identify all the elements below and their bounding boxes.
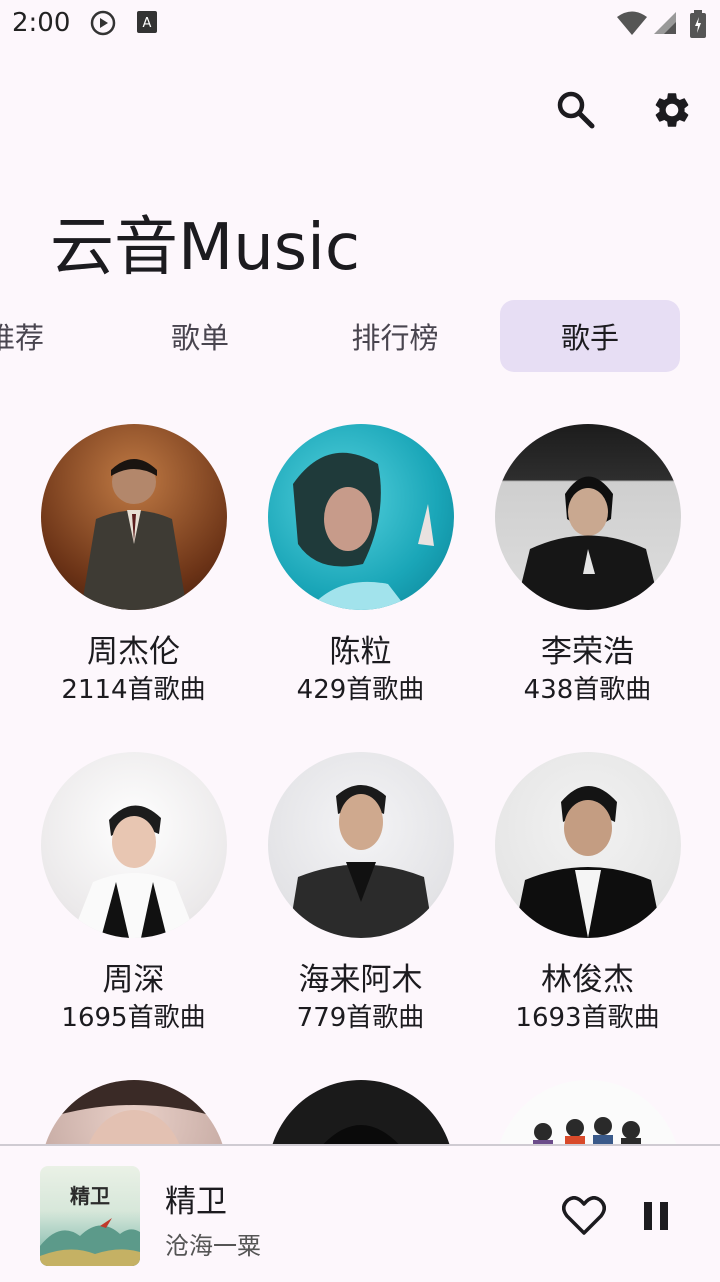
artist-avatar <box>267 752 454 938</box>
artist-card[interactable]: 林俊杰 1693首歌曲 <box>474 752 701 1036</box>
wifi-icon <box>616 10 648 40</box>
search-button[interactable] <box>548 84 604 140</box>
artist-song-count: 2114首歌曲 <box>61 675 206 705</box>
tab-bar: 推荐 歌单 排行榜 歌手 <box>0 300 720 372</box>
tab-recommend[interactable]: 推荐 <box>0 300 90 372</box>
tab-charts[interactable]: 排行榜 <box>310 300 480 372</box>
artist-grid: 周杰伦 2114首歌曲 陈粒 429首歌曲 李荣浩 438首歌曲 周深 1695… <box>0 424 720 1144</box>
pause-icon <box>642 1200 670 1236</box>
like-button[interactable] <box>556 1190 612 1246</box>
search-icon <box>556 90 596 134</box>
status-time: 2:00 <box>12 8 71 38</box>
artist-avatar <box>267 424 454 610</box>
battery-icon <box>690 10 706 42</box>
artist-song-count: 429首歌曲 <box>296 675 425 705</box>
tab-playlists[interactable]: 歌单 <box>120 300 280 372</box>
artist-song-count: 1695首歌曲 <box>61 1003 206 1033</box>
now-playing-title: 精卫 <box>165 1184 227 1220</box>
artist-song-count: 779首歌曲 <box>296 1003 425 1033</box>
artist-avatar <box>267 1080 454 1144</box>
artist-name: 周杰伦 <box>87 634 180 670</box>
artist-card[interactable] <box>20 1080 247 1144</box>
mini-player[interactable]: 精卫 精卫 沧海一粟 <box>0 1144 720 1282</box>
artist-avatar <box>40 424 227 610</box>
artist-song-count: 1693首歌曲 <box>515 1003 660 1033</box>
artist-card[interactable]: 陈粒 429首歌曲 <box>247 424 474 708</box>
album-cover-title: 精卫 <box>70 1184 110 1208</box>
status-bar: 2:00 A <box>0 0 720 48</box>
artist-song-count: 438首歌曲 <box>523 675 652 705</box>
a-notification-icon: A <box>136 10 158 38</box>
artist-avatar <box>494 1080 681 1144</box>
artist-name: 林俊杰 <box>541 962 634 998</box>
album-cover[interactable]: 精卫 <box>40 1166 140 1266</box>
artist-avatar <box>40 752 227 938</box>
play-circle-icon <box>90 10 116 40</box>
artist-card[interactable]: 周深 1695首歌曲 <box>20 752 247 1036</box>
settings-button[interactable] <box>644 84 700 140</box>
artist-card[interactable]: 周杰伦 2114首歌曲 <box>20 424 247 708</box>
artist-card[interactable] <box>474 1080 701 1144</box>
signal-icon <box>652 10 678 40</box>
artist-avatar <box>40 1080 227 1144</box>
page-title: 云音Music <box>50 211 361 285</box>
pause-button[interactable] <box>628 1190 684 1246</box>
heart-outline-icon <box>562 1196 606 1240</box>
artist-name: 海来阿木 <box>298 962 423 998</box>
tab-artists[interactable]: 歌手 <box>500 300 680 372</box>
artist-avatar <box>494 752 681 938</box>
artist-avatar <box>494 424 681 610</box>
artist-name: 李荣浩 <box>541 634 634 670</box>
artist-card[interactable]: 海来阿木 779首歌曲 <box>247 752 474 1036</box>
now-playing-artist: 沧海一粟 <box>165 1232 261 1260</box>
artist-name: 周深 <box>102 962 165 998</box>
settings-gear-icon <box>651 89 693 135</box>
artist-card[interactable]: 李荣浩 438首歌曲 <box>474 424 701 708</box>
artist-card[interactable] <box>247 1080 474 1144</box>
artist-name: 陈粒 <box>329 634 392 670</box>
svg-text:A: A <box>143 16 152 31</box>
